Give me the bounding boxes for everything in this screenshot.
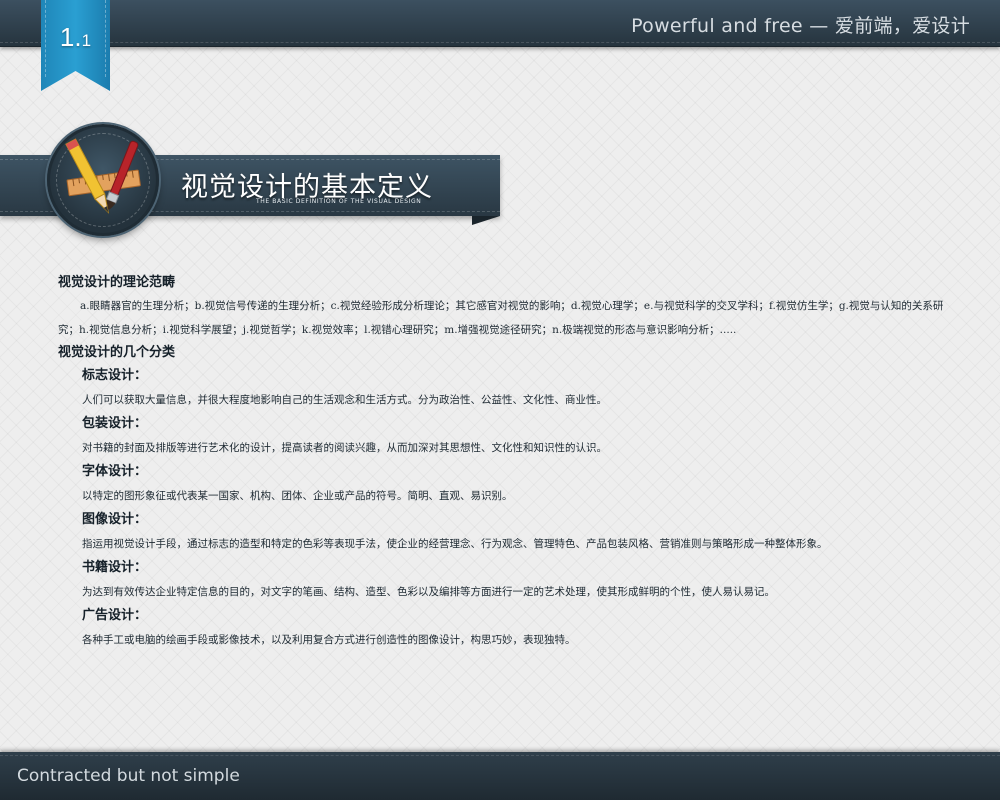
slide-number-main: 1. [59, 22, 82, 52]
category-title-book: 书籍设计： [82, 560, 148, 575]
category-desc-book: 为达到有效传达企业特定信息的目的，对文字的笔画、结构、造型、色彩以及编排等方面进… [82, 586, 775, 598]
footer-bar: Contracted but not simple [0, 752, 1000, 800]
category-title-advertising: 广告设计： [82, 608, 148, 623]
category-desc-advertising: 各种手工或电脑的绘画手段或影像技术，以及利用复合方式进行创造性的图像设计，构思巧… [82, 634, 576, 646]
theory-text: a.眼睛器官的生理分析；b.视觉信号传递的生理分析；c.视觉经验形成分析理论；其… [58, 300, 944, 336]
content-area: 视觉设计的理论范畴 a.眼睛器官的生理分析；b.视觉信号传递的生理分析；c.视觉… [58, 272, 948, 652]
section-subtitle: THE BASIC DEFINITION OF THE VISUAL DESIG… [256, 198, 422, 205]
category-list: 标志设计： 人们可以获取大量信息，并很大程度地影响自己的生活观念和生活方式。分为… [58, 364, 948, 652]
category-desc-logo: 人们可以获取大量信息，并很大程度地影响自己的生活观念和生活方式。分为政治性、公益… [82, 394, 607, 406]
category-desc-packaging: 对书籍的封面及排版等进行艺术化的设计，提高读者的阅读兴趣，从而加深对其思想性、文… [82, 442, 607, 454]
category-title-packaging: 包装设计： [82, 416, 148, 431]
slide-number-ribbon: 1.1 [41, 0, 110, 91]
category-desc-typography: 以特定的图形象征或代表某一国家、机构、团体、企业或产品的符号。简明、直观、易识别… [82, 490, 513, 502]
footer-text: Contracted but not simple [17, 766, 240, 786]
design-tools-icon [65, 138, 141, 214]
category-title-logo: 标志设计： [82, 368, 148, 383]
category-title-image: 图像设计： [82, 512, 148, 527]
category-title-typography: 字体设计： [82, 464, 148, 479]
categories-heading: 视觉设计的几个分类 [58, 345, 176, 360]
slide-number: 1.1 [41, 22, 110, 53]
header-tagline: Powerful and free — 爱前端，爱设计 [631, 15, 970, 37]
category-desc-image: 指运用视觉设计手段，通过标志的造型和特定的色彩等表现手法，使企业的经营理念、行为… [82, 538, 828, 550]
top-header-bar: Powerful and free — 爱前端，爱设计 [0, 0, 1000, 47]
banner-fold [472, 216, 500, 225]
theory-heading: 视觉设计的理论范畴 [58, 275, 176, 290]
slide-number-sub: 1 [81, 31, 92, 50]
design-tools-emblem [47, 124, 159, 236]
